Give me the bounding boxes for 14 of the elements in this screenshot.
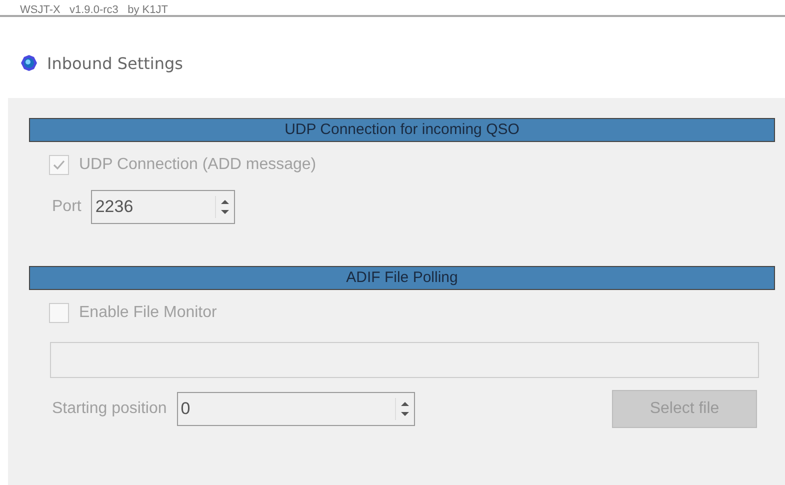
field-label: Starting position bbox=[52, 400, 167, 418]
field-label: Port bbox=[52, 198, 82, 216]
spin-down-icon[interactable] bbox=[398, 410, 411, 418]
globe-icon bbox=[19, 54, 39, 72]
spin-down-icon[interactable] bbox=[219, 208, 232, 216]
checkbox-label: UDP Connection (ADD message) bbox=[79, 156, 316, 174]
section-header: UDP Connection for incoming QSO bbox=[29, 118, 775, 142]
section-header: ADIF File Polling bbox=[29, 266, 775, 290]
spin-up-icon[interactable] bbox=[219, 198, 232, 206]
checkbox-label: Enable File Monitor bbox=[79, 304, 217, 322]
window-title: WSJT-X v1.9.0-rc3 by K1JT bbox=[20, 4, 168, 15]
spin-up-icon[interactable] bbox=[398, 400, 411, 408]
dialog-title: Inbound Settings bbox=[47, 54, 183, 72]
check-icon bbox=[52, 158, 66, 172]
